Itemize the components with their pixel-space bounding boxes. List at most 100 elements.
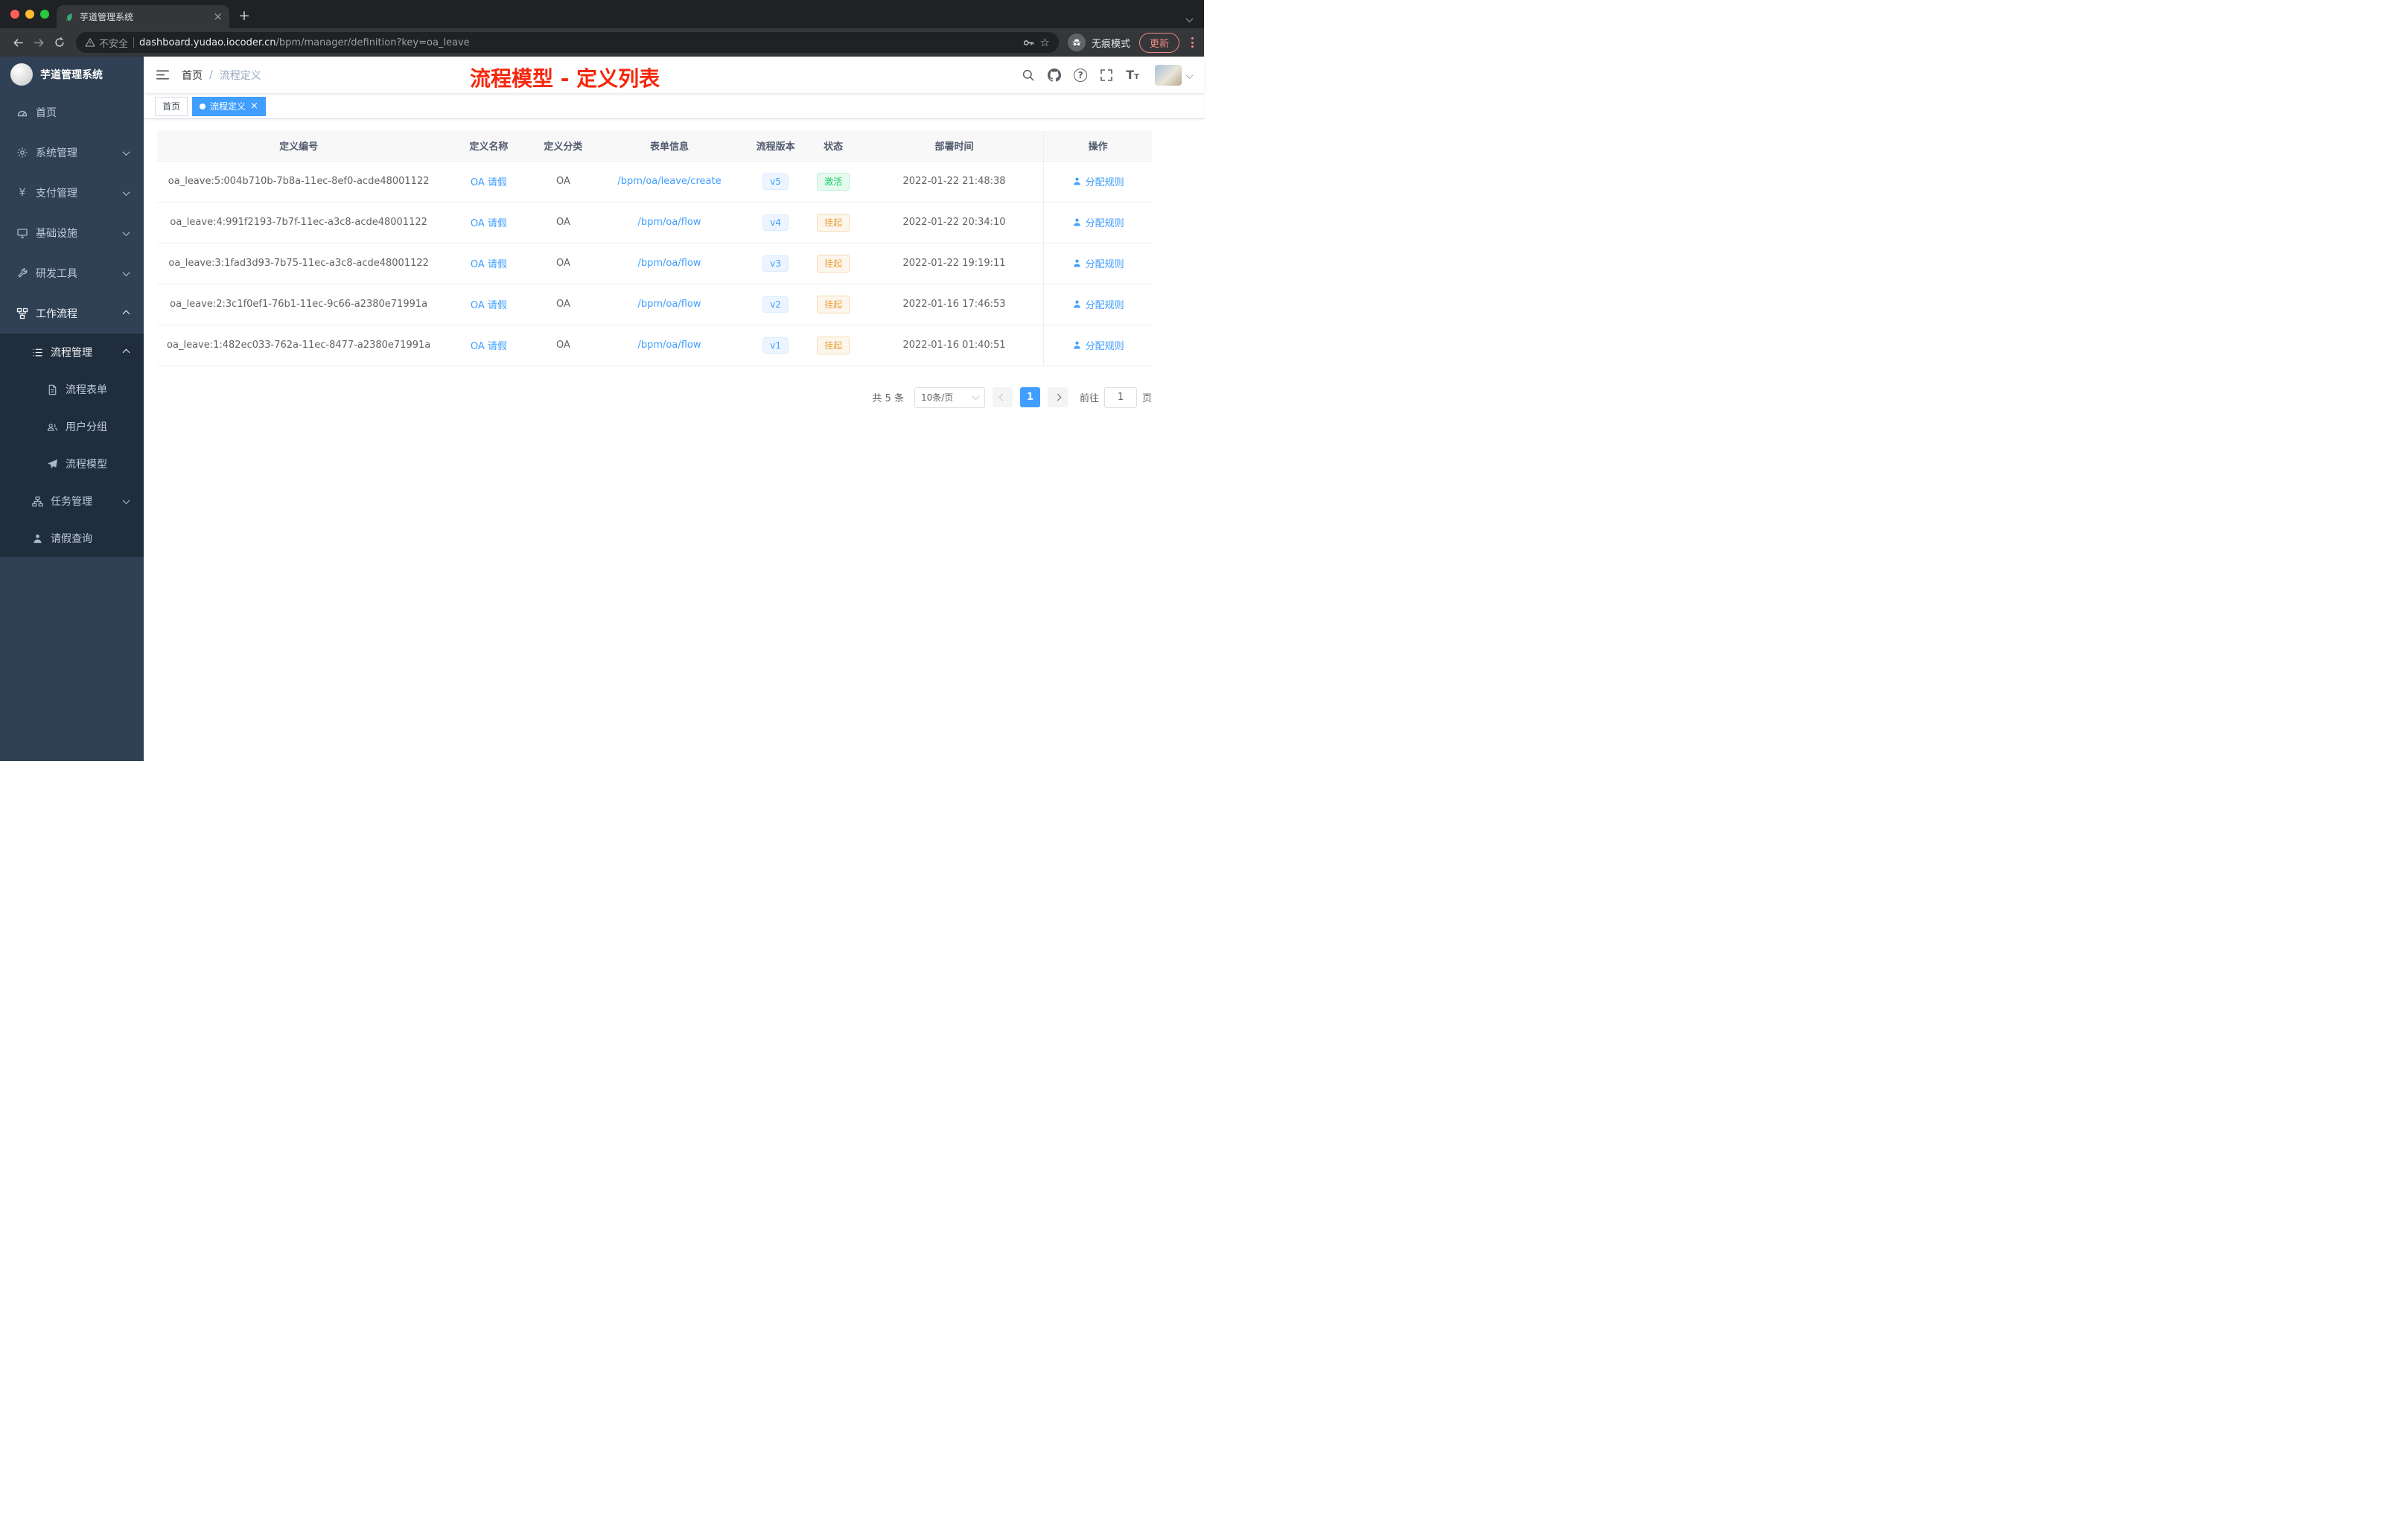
- avatar[interactable]: [1155, 64, 1182, 86]
- tags-view: 首页 流程定义 ×: [144, 94, 1204, 119]
- not-secure-indicator[interactable]: 不安全: [85, 36, 128, 50]
- back-button[interactable]: [7, 32, 28, 53]
- assign-rule-button[interactable]: 分配规则: [1072, 215, 1124, 229]
- address-bar[interactable]: 不安全 dashboard.yudao.iocoder.cn/bpm/manag…: [76, 32, 1059, 53]
- breadcrumb-current: 流程定义: [219, 69, 261, 82]
- logo-avatar: [10, 63, 33, 86]
- hamburger-icon[interactable]: [156, 68, 170, 82]
- goto-label: 前往: [1079, 393, 1099, 404]
- main-area: 首页 / 流程定义 流程模型 - 定义列表 ? TT 首页 流程定义 × 定义编…: [144, 57, 1204, 761]
- version-tag: v1: [762, 337, 789, 354]
- incognito-label: 无痕模式: [1091, 38, 1130, 50]
- url-domain: dashboard.yudao.iocoder.cn: [139, 36, 276, 48]
- definition-name-link[interactable]: OA 请假: [471, 218, 507, 229]
- sidebar-item-leave-query[interactable]: 请假查询: [0, 520, 144, 557]
- form-link[interactable]: /bpm/oa/flow: [637, 299, 701, 310]
- cell-id: oa_leave:4:991f2193-7b7f-11ec-a3c8-acde4…: [157, 202, 441, 243]
- tree-icon: [31, 496, 43, 507]
- definition-name-link[interactable]: OA 请假: [471, 259, 507, 270]
- cell-deployed: 2022-01-16 01:40:51: [864, 325, 1044, 366]
- key-icon[interactable]: [1022, 36, 1035, 49]
- sidebar-item-home[interactable]: 首页: [0, 92, 144, 133]
- sidebar-item-process-forms[interactable]: 流程表单: [0, 371, 144, 408]
- sidebar-item-process-management[interactable]: 流程管理: [0, 334, 144, 371]
- cell-deployed: 2022-01-22 21:48:38: [864, 161, 1044, 203]
- status-badge: 挂起: [817, 336, 850, 354]
- assign-rule-button[interactable]: 分配规则: [1072, 297, 1124, 311]
- definition-name-link[interactable]: OA 请假: [471, 341, 507, 352]
- sidebar-item-infrastructure[interactable]: 基础设施: [0, 213, 144, 253]
- assign-rule-button[interactable]: 分配规则: [1072, 338, 1124, 352]
- sidebar-item-system[interactable]: 系统管理: [0, 133, 144, 173]
- assign-rule-button[interactable]: 分配规则: [1072, 174, 1124, 188]
- help-icon[interactable]: ?: [1074, 68, 1088, 82]
- form-link[interactable]: /bpm/oa/flow: [637, 217, 701, 228]
- tab-close-icon[interactable]: ×: [213, 11, 223, 22]
- chevron-down-icon: [122, 268, 130, 276]
- column-header-id: 定义编号: [157, 131, 441, 161]
- fullscreen-icon[interactable]: [1100, 69, 1113, 82]
- breadcrumb-separator: /: [209, 69, 213, 81]
- status-badge: 激活: [817, 172, 850, 191]
- definition-name-link[interactable]: OA 请假: [471, 300, 507, 311]
- new-tab-button[interactable]: +: [238, 9, 250, 23]
- prev-page-button[interactable]: [992, 387, 1013, 407]
- sidebar-item-payment[interactable]: ¥ 支付管理: [0, 173, 144, 213]
- tag-home[interactable]: 首页: [155, 96, 188, 116]
- github-icon[interactable]: [1048, 68, 1062, 82]
- forward-button[interactable]: [28, 32, 49, 53]
- person-icon: [1073, 341, 1080, 348]
- chevron-up-icon: [122, 310, 130, 317]
- workflow-submenu: 流程管理 流程表单 用户分组 流程模型 任务管理 请假查询: [0, 334, 144, 557]
- update-button[interactable]: 更新: [1138, 32, 1179, 53]
- tag-process-definition[interactable]: 流程定义 ×: [192, 96, 266, 116]
- breadcrumb-home[interactable]: 首页: [182, 68, 203, 83]
- browser-tab[interactable]: 芋道管理系统 ×: [57, 5, 229, 28]
- sidebar-item-workflow[interactable]: 工作流程: [0, 293, 144, 334]
- cell-category: OA: [537, 161, 590, 203]
- sidebar-item-process-models[interactable]: 流程模型: [0, 445, 144, 483]
- monitor-icon: [16, 227, 28, 239]
- form-link[interactable]: /bpm/oa/flow: [637, 340, 701, 351]
- cell-id: oa_leave:3:1fad3d93-7b75-11ec-a3c8-acde4…: [157, 243, 441, 284]
- security-label: 不安全: [99, 38, 129, 50]
- browser-menu-kebab-icon[interactable]: [1188, 37, 1197, 48]
- form-link[interactable]: /bpm/oa/flow: [637, 258, 701, 269]
- page-unit-label: 页: [1141, 393, 1152, 404]
- chevron-down-icon: [122, 228, 130, 236]
- sidebar-item-label: 系统管理: [36, 147, 77, 159]
- tag-close-icon[interactable]: ×: [250, 101, 258, 111]
- sidebar-item-devtools[interactable]: 研发工具: [0, 253, 144, 293]
- user-menu[interactable]: [1155, 64, 1194, 86]
- annotation-title: 流程模型 - 定义列表: [470, 66, 660, 91]
- traffic-light-close[interactable]: [10, 10, 19, 19]
- window-controls: [10, 10, 49, 19]
- url-text: dashboard.yudao.iocoder.cn/bpm/manager/d…: [139, 37, 470, 48]
- bookmark-star-icon[interactable]: ☆: [1040, 36, 1050, 48]
- browser-tab-strip: 芋道管理系统 × +: [0, 0, 1204, 28]
- pagination: 共 5 条 10条/页 1 前往 页: [157, 386, 1152, 408]
- page-size-select[interactable]: 10条/页: [914, 386, 985, 408]
- column-header-status: 状态: [801, 131, 865, 161]
- search-icon[interactable]: [1022, 69, 1035, 82]
- chevron-up-icon: [122, 348, 130, 356]
- tab-search-chevron-icon[interactable]: [1185, 11, 1194, 25]
- status-badge: 挂起: [817, 295, 850, 313]
- cell-category: OA: [537, 202, 590, 243]
- next-page-button[interactable]: [1047, 387, 1068, 407]
- table-row: oa_leave:2:3c1f0ef1-76b1-11ec-9c66-a2380…: [157, 284, 1152, 325]
- tab-title: 芋道管理系统: [80, 12, 134, 22]
- reload-button[interactable]: [49, 32, 70, 53]
- font-size-icon[interactable]: TT: [1126, 69, 1139, 81]
- version-tag: v3: [762, 255, 789, 272]
- traffic-light-zoom[interactable]: [40, 10, 49, 19]
- sidebar-item-task-management[interactable]: 任务管理: [0, 483, 144, 520]
- column-header-actions: 操作: [1043, 131, 1152, 161]
- goto-page-input[interactable]: [1103, 386, 1137, 408]
- form-link[interactable]: /bpm/oa/leave/create: [617, 176, 721, 187]
- definition-name-link[interactable]: OA 请假: [471, 177, 507, 188]
- traffic-light-minimize[interactable]: [25, 10, 34, 19]
- sidebar-item-user-groups[interactable]: 用户分组: [0, 408, 144, 445]
- page-number-button[interactable]: 1: [1019, 387, 1040, 407]
- assign-rule-button[interactable]: 分配规则: [1072, 256, 1124, 270]
